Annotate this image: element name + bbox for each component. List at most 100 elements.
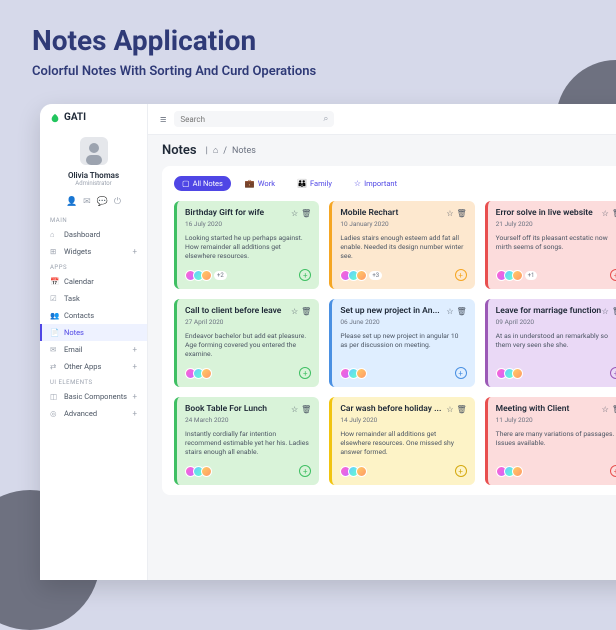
note-add-button[interactable]: +	[610, 465, 616, 477]
note-avatars: +3	[340, 270, 382, 281]
user-icon[interactable]: 👤	[66, 197, 77, 207]
note-add-button[interactable]: +	[455, 465, 467, 477]
star-icon[interactable]: ☆	[602, 307, 609, 316]
trash-icon[interactable]: 🗑	[612, 307, 616, 316]
filter-work[interactable]: 💼Work	[237, 176, 283, 191]
avatar[interactable]	[356, 270, 367, 281]
avatar[interactable]	[356, 368, 367, 379]
trash-icon[interactable]: 🗑	[457, 405, 467, 414]
nav-widgets[interactable]: ⊞Widgets+	[40, 243, 147, 260]
star-icon[interactable]: ☆	[446, 405, 453, 414]
note-card[interactable]: Birthday Gift for wife☆🗑16 July 2020Look…	[174, 201, 319, 289]
note-title: Mobile Rechart	[340, 209, 398, 218]
note-add-button[interactable]: +	[610, 367, 616, 379]
nav-other-apps[interactable]: ⇄Other Apps+	[40, 358, 147, 375]
note-add-button[interactable]: +	[299, 465, 311, 477]
trash-icon[interactable]: 🗑	[457, 209, 467, 218]
chat-icon[interactable]: 💬	[97, 197, 108, 207]
star-icon[interactable]: ☆	[446, 307, 453, 316]
notes-grid: Birthday Gift for wife☆🗑16 July 2020Look…	[174, 201, 616, 485]
avatar[interactable]	[80, 137, 108, 165]
note-body: Instantly cordially far intention recomm…	[185, 430, 311, 459]
filter-important[interactable]: ☆Important	[346, 176, 405, 191]
trash-icon[interactable]: 🗑	[457, 307, 467, 316]
star-icon[interactable]: ☆	[291, 209, 298, 218]
note-card[interactable]: Mobile Rechart☆🗑10 January 2020Ladies st…	[329, 201, 474, 289]
nav-calendar[interactable]: 📅Calendar	[40, 273, 147, 290]
avatar[interactable]	[201, 466, 212, 477]
note-avatars	[340, 368, 367, 379]
nav-dashboard[interactable]: ⌂Dashboard	[40, 226, 147, 243]
brand-logo[interactable]: GATI	[40, 104, 147, 131]
star-icon[interactable]: ☆	[291, 307, 298, 316]
advanced-icon: ◎	[50, 409, 59, 418]
avatar[interactable]	[356, 466, 367, 477]
trash-icon[interactable]: 🗑	[612, 405, 616, 414]
trash-icon[interactable]: 🗑	[612, 209, 616, 218]
star-icon[interactable]: ☆	[602, 209, 609, 218]
search-box[interactable]: ⌕	[174, 111, 334, 127]
avatar[interactable]	[512, 368, 523, 379]
search-input[interactable]	[180, 115, 323, 124]
nav-notes[interactable]: 📄Notes	[40, 324, 147, 341]
task-icon: ☑	[50, 294, 59, 303]
apps-icon: ⇄	[50, 362, 59, 371]
avatar[interactable]	[512, 466, 523, 477]
star-icon[interactable]: ☆	[446, 209, 453, 218]
note-title: Error solve in live website	[496, 209, 593, 218]
home-icon[interactable]: ⌂	[213, 145, 218, 156]
logout-icon[interactable]: ⏻	[114, 197, 121, 207]
profile-quick-actions: 👤 ✉ 💬 ⏻	[40, 193, 147, 213]
note-avatars: +2	[185, 270, 227, 281]
note-card[interactable]: Leave for marriage function☆🗑09 April 20…	[485, 299, 616, 387]
widget-icon: ⊞	[50, 247, 59, 256]
note-avatars: +1	[496, 270, 538, 281]
filter-family[interactable]: 👪Family	[289, 176, 340, 191]
note-body: There are many variations of passages. I…	[496, 430, 616, 459]
note-add-button[interactable]: +	[455, 367, 467, 379]
note-card[interactable]: Call to client before leave☆🗑27 April 20…	[174, 299, 319, 387]
avatar-more[interactable]: +3	[369, 271, 382, 280]
note-body: Endeavor bachelor but add eat pleasure. …	[185, 332, 311, 361]
note-add-button[interactable]: +	[610, 269, 616, 281]
avatar-more[interactable]: +2	[214, 271, 227, 280]
note-body: How remainder all additions get elsewher…	[340, 430, 466, 459]
note-title: Leave for marriage function	[496, 307, 602, 316]
note-add-button[interactable]: +	[299, 367, 311, 379]
nav-basic-components[interactable]: ◫Basic Components+	[40, 388, 147, 405]
avatar[interactable]	[201, 270, 212, 281]
profile-name: Olivia Thomas	[44, 171, 143, 180]
trash-icon[interactable]: 🗑	[301, 209, 311, 218]
profile-role: Administrator	[44, 180, 143, 187]
note-title: Call to client before leave	[185, 307, 281, 316]
app-window: GATI Olivia Thomas Administrator 👤 ✉ 💬 ⏻…	[40, 104, 616, 580]
avatar-more[interactable]: +1	[525, 271, 538, 280]
note-body: Yourself off its pleasant ecstatic now m…	[496, 234, 616, 263]
menu-icon[interactable]: ≡	[160, 113, 166, 126]
nav-task[interactable]: ☑Task	[40, 290, 147, 307]
note-title: Set up new project in An...	[340, 307, 439, 316]
nav-contacts[interactable]: 👥Contacts	[40, 307, 147, 324]
trash-icon[interactable]: 🗑	[301, 405, 311, 414]
star-icon[interactable]: ☆	[602, 405, 609, 414]
mail-icon[interactable]: ✉	[83, 197, 91, 207]
note-add-button[interactable]: +	[299, 269, 311, 281]
star-icon[interactable]: ☆	[291, 405, 298, 414]
note-date: 16 July 2020	[185, 220, 311, 228]
nav-advanced[interactable]: ◎Advanced+	[40, 405, 147, 422]
hero-title: Notes Application	[32, 24, 256, 57]
note-card[interactable]: Meeting with Client☆🗑11 July 2020There a…	[485, 397, 616, 485]
note-card[interactable]: Error solve in live website☆🗑21 July 202…	[485, 201, 616, 289]
trash-icon[interactable]: 🗑	[301, 307, 311, 316]
note-card[interactable]: Car wash before holiday ...☆🗑14 July 202…	[329, 397, 474, 485]
search-icon[interactable]: ⌕	[323, 114, 328, 124]
content-panel: ▢All Notes 💼Work 👪Family ☆Important Birt…	[162, 166, 616, 495]
filter-all[interactable]: ▢All Notes	[174, 176, 231, 191]
avatar[interactable]	[512, 270, 523, 281]
note-add-button[interactable]: +	[455, 269, 467, 281]
nav-email[interactable]: ✉Email+	[40, 341, 147, 358]
note-title: Car wash before holiday ...	[340, 405, 441, 414]
avatar[interactable]	[201, 368, 212, 379]
note-card[interactable]: Book Table For Lunch☆🗑24 March 2020Insta…	[174, 397, 319, 485]
note-card[interactable]: Set up new project in An...☆🗑06 June 202…	[329, 299, 474, 387]
